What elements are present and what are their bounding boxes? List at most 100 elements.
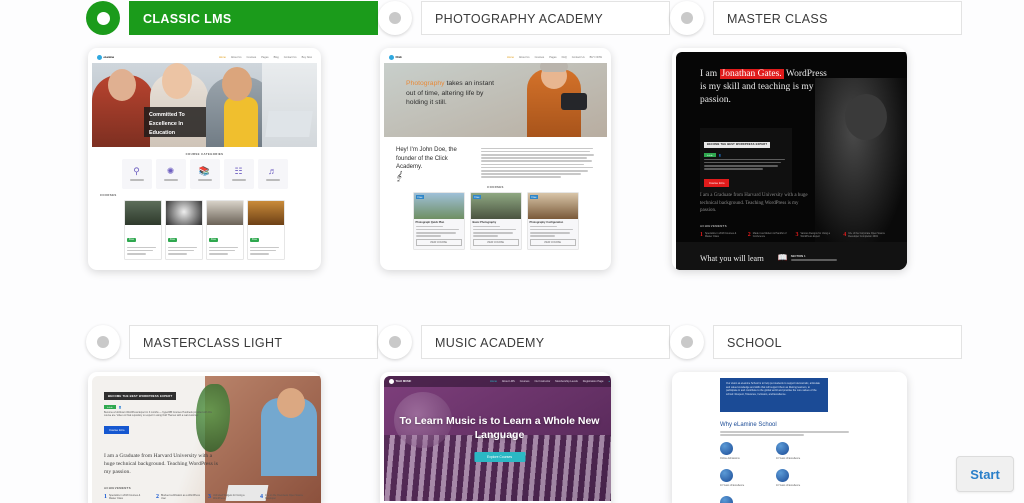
template-thumbnail-school[interactable]: Our vision at eLamine School is to help … xyxy=(672,372,907,503)
template-label-photography-academy[interactable]: PHOTOGRAPHY ACADEMY xyxy=(421,1,670,35)
promo-cta-button[interactable]: Course Intro xyxy=(704,179,730,188)
template-card-photography-academy[interactable]: PHOTOGRAPHY ACADEMY Click Home About Us … xyxy=(378,0,670,270)
course-body: Photography Configuration VIEW COURSE xyxy=(528,219,578,249)
achievement-text: 10+ of the Corporate Open Source Develop… xyxy=(848,232,885,239)
achievement-text: Specialize in 2018 Courses & Master Clas… xyxy=(705,232,737,239)
template-card-master-class[interactable]: MASTER CLASS I am Jonathan Gates. WordPr… xyxy=(670,0,962,270)
template-card-classic-lms[interactable]: CLASSIC LMS eLamine Home About Us Course… xyxy=(86,0,378,270)
preview-hero: Committed To Excellence In Education xyxy=(92,63,317,147)
template-label-masterclass-light[interactable]: MASTERCLASS LIGHT xyxy=(129,325,378,359)
radio-dot-icon xyxy=(681,336,693,348)
category-label xyxy=(197,179,212,181)
nav-link: Courses xyxy=(534,56,545,59)
signature-icon: 𝄞 xyxy=(396,170,402,181)
feature-item: 10 Years of Excellence xyxy=(776,468,808,487)
hero-cta-button[interactable]: Explore Courses xyxy=(473,452,526,462)
preview-nav-links: Home About Us Courses Pages Blog Contact… xyxy=(219,56,312,59)
book-icon: 📚 xyxy=(198,166,211,177)
course-card: Free xyxy=(247,200,285,261)
course-image xyxy=(166,201,202,225)
preview-music-academy: TALK MUSIC Home About LMS Courses Our In… xyxy=(384,376,611,503)
nav-link: BUY NOW xyxy=(589,56,602,59)
preview-master-class: I am Jonathan Gates. WordPress is my ski… xyxy=(676,52,907,270)
excellence-icon xyxy=(776,441,789,455)
template-thumbnail-classic-lms[interactable]: eLamine Home About Us Courses Pages Blog… xyxy=(88,48,321,270)
radio-photography-academy[interactable] xyxy=(378,1,412,35)
template-label-music-academy[interactable]: MUSIC ACADEMY xyxy=(421,325,670,359)
achievement-text: Unlimited Widgets for Using a WordPress xyxy=(213,494,245,501)
preview-nav-links: Home About LMS Courses Our Instructor Me… xyxy=(490,380,610,383)
achievement-text: Made it as Modern & Handful of Conferenc… xyxy=(752,232,787,239)
nav-link: Registration Page xyxy=(582,380,604,383)
bio-text: I am a Graduate from Harvard University … xyxy=(104,453,218,475)
brand-logo-icon xyxy=(389,379,394,384)
course-image xyxy=(125,201,161,225)
intro-text: Our vision at eLamine School is to help … xyxy=(726,382,820,396)
nav-link: Home xyxy=(218,56,226,59)
promo-tag: BECOME THE BEST WORDPRESS EXPERT xyxy=(704,141,771,148)
promo-cta-button[interactable]: Course Intro xyxy=(104,425,130,434)
preview-photography-academy: Click Home About Us Courses Pages FAQ Co… xyxy=(384,52,607,266)
rating-badge: ★★★ xyxy=(704,153,716,157)
template-thumbnail-music-academy[interactable]: TALK MUSIC Home About LMS Courses Our In… xyxy=(380,372,611,503)
feature-label: 10 Years of Excellence xyxy=(720,483,745,487)
preview-navbar: eLamine Home About Us Courses Pages Blog… xyxy=(92,52,317,63)
brand-logo-icon xyxy=(389,55,394,60)
achievement-number: 3 xyxy=(795,232,799,238)
template-label-master-class[interactable]: MASTER CLASS xyxy=(713,1,962,35)
radio-music-academy[interactable] xyxy=(378,325,412,359)
hero-headline-accent: Photography xyxy=(406,80,445,87)
template-thumbnail-photography-academy[interactable]: Click Home About Us Courses Pages FAQ Co… xyxy=(380,48,611,270)
section-title: Why eLamine School xyxy=(720,422,777,428)
course-title: Basic Photography xyxy=(472,221,497,224)
radio-classic-lms[interactable] xyxy=(86,1,120,35)
achievements-title: ACHIEVEMENTS xyxy=(104,486,132,490)
achievement-number: 4 xyxy=(843,232,847,238)
course-card: Free xyxy=(165,200,203,261)
category-label xyxy=(129,179,144,181)
template-card-masterclass-light[interactable]: MASTERCLASS LIGHT BECOME THE BEST WORDPR… xyxy=(86,324,378,503)
feature-item: Online Admissions xyxy=(720,441,752,460)
brand-name: Click xyxy=(395,56,402,59)
hero-name-highlight: Jonathan Gates. xyxy=(719,69,784,79)
course-cta: VIEW COURSE xyxy=(529,238,576,246)
template-label-school[interactable]: SCHOOL xyxy=(713,325,962,359)
radio-masterclass-light[interactable] xyxy=(86,325,120,359)
radio-dot-icon xyxy=(681,12,693,24)
hero-headline: I am Jonathan Gates. WordPress is my ski… xyxy=(700,68,830,107)
radio-master-class[interactable] xyxy=(670,1,704,35)
start-button[interactable]: Start xyxy=(956,456,1014,492)
achievement-text: 10+ on the Overviews Open Source Develop… xyxy=(265,494,303,501)
intro-box: Our vision at eLamine School is to help … xyxy=(720,378,828,412)
course-card: Free xyxy=(206,200,244,261)
achievements-title: ACHIEVEMENTS xyxy=(700,224,728,228)
category-tile: 📚 xyxy=(189,159,220,189)
radio-dot-icon xyxy=(96,11,110,25)
template-thumbnail-masterclass-light[interactable]: BECOME THE BEST WORDPRESS EXPERT ★★★ 👤 B… xyxy=(88,372,321,503)
achievement-number: 1 xyxy=(700,232,703,238)
template-card-school[interactable]: SCHOOL Our vision at eLamine School is t… xyxy=(670,324,962,503)
chart-icon: ☷ xyxy=(234,166,243,177)
feature-item: 10 Years of Excellence xyxy=(776,441,808,460)
preview-hero: Photography takes an instant out of time… xyxy=(384,63,607,137)
footer-section-label: SECTION 1 xyxy=(790,253,806,258)
hero-badge: Committed To Excellence In Education xyxy=(144,107,206,137)
template-label-classic-lms[interactable]: CLASSIC LMS xyxy=(129,1,378,35)
preview-brand: TALK MUSIC xyxy=(389,379,411,384)
nav-link: Courses xyxy=(246,56,257,59)
excellence-icon xyxy=(720,468,733,482)
achievement-number: 3 xyxy=(208,494,211,500)
template-card-music-academy[interactable]: MUSIC ACADEMY TALK MUSIC Home About LMS … xyxy=(378,324,670,503)
template-thumbnail-master-class[interactable]: I am Jonathan Gates. WordPress is my ski… xyxy=(672,48,907,270)
features-list: Online Admissions 10 Years of Excellence… xyxy=(720,441,860,503)
course-image xyxy=(207,201,243,225)
course-list: Free Free Free Free xyxy=(100,200,309,261)
preview-brand: eLamine xyxy=(97,55,114,60)
radio-school[interactable] xyxy=(670,325,704,359)
nav-link: About Us xyxy=(518,56,530,59)
course-card: Free Photograph Quick Plan VIEW COURSE xyxy=(412,192,465,250)
radio-dot-icon xyxy=(389,12,401,24)
achievement-number: 2 xyxy=(747,232,751,238)
achievements-list: 1 Specialize in 2018 Courses & Master Cl… xyxy=(700,232,886,239)
preview-categories-section: COURSE CATEGORIES ⚲ ✺ 📚 ☷ ♬ xyxy=(92,147,317,189)
